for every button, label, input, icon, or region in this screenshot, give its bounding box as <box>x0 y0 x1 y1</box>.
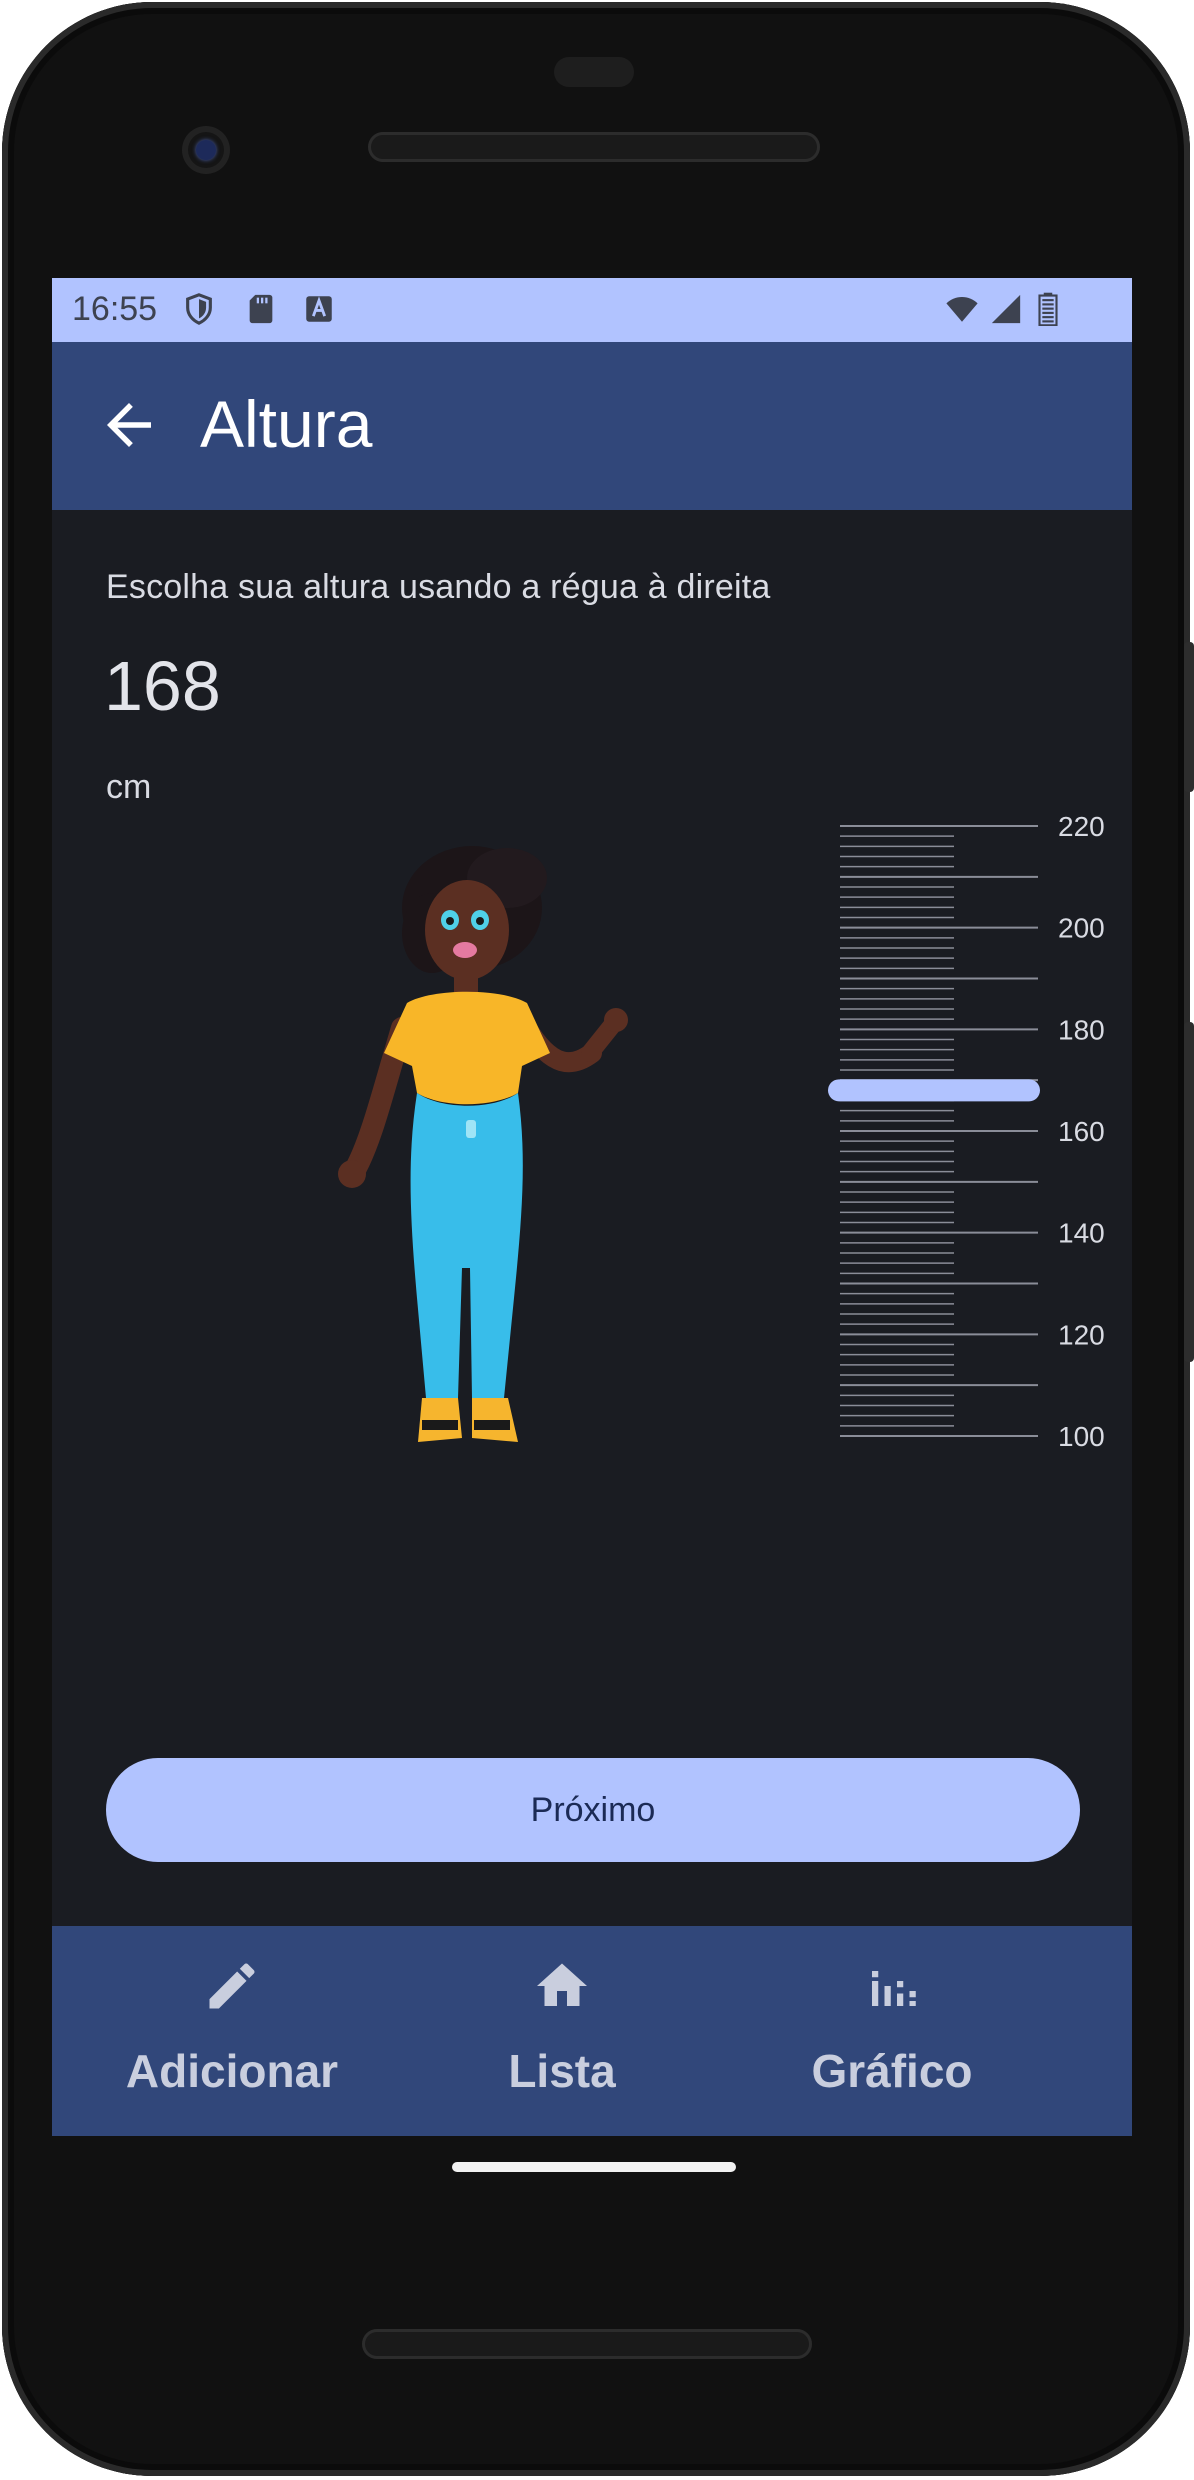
nav-item-adicionar[interactable]: Adicionar <box>52 1926 412 2136</box>
ruler-label: 140 <box>1058 1218 1105 1249</box>
nav-item-lista[interactable]: Lista <box>382 1926 742 2136</box>
top-speaker <box>368 132 820 162</box>
nav-item-grafico[interactable]: Gráfico <box>712 1926 1072 2136</box>
shield-icon <box>186 293 212 325</box>
height-value: 168 <box>104 647 221 725</box>
nav-label-grafico: Gráfico <box>811 2045 973 2097</box>
ruler-label: 180 <box>1058 1014 1105 1045</box>
wifi-icon <box>946 296 978 322</box>
power-button <box>1184 1022 1194 1362</box>
page-title: Altura <box>200 387 373 461</box>
height-unit: cm <box>106 768 152 806</box>
ruler-label: 100 <box>1058 1421 1105 1452</box>
nav-label-lista: Lista <box>508 2045 616 2097</box>
sensor <box>554 57 634 87</box>
home-indicator[interactable] <box>452 2162 736 2172</box>
battery-icon <box>1038 292 1058 326</box>
pencil-icon <box>209 1963 255 2009</box>
character-illustration <box>338 846 628 1442</box>
bottom-navigation: Adicionar Lista Gráfico <box>52 1926 1132 2136</box>
nav-label-adicionar: Adicionar <box>125 2045 339 2097</box>
top-app-bar: Altura <box>52 342 1132 510</box>
arrow-back-icon[interactable] <box>96 392 162 458</box>
ruler-label: 120 <box>1058 1319 1105 1350</box>
bar-chart-icon <box>872 1971 916 2006</box>
ruler-label: 160 <box>1058 1116 1105 1147</box>
front-camera <box>182 126 230 174</box>
bottom-speaker <box>362 2329 812 2359</box>
status-bar: 16:55 <box>52 278 1132 342</box>
ruler-selection-handle[interactable] <box>828 1079 1040 1102</box>
ruler-label: 220 <box>1058 816 1105 842</box>
ruler-label: 200 <box>1058 913 1105 944</box>
status-time: 16:55 <box>72 290 158 328</box>
volume-button <box>1184 642 1194 792</box>
instruction-text: Escolha sua altura usando a régua à dire… <box>106 568 771 606</box>
home-icon <box>537 1963 587 2006</box>
sd-card-icon <box>249 294 273 324</box>
app-screen: 16:55 Altura Escolha sua altura usando a… <box>52 278 1132 2136</box>
keyboard-a-icon <box>306 296 332 322</box>
next-button[interactable]: Próximo <box>106 1758 1080 1862</box>
cell-signal-icon <box>991 294 1021 324</box>
height-ruler[interactable]: 220 200 180 160 140 120 100 <box>732 816 1112 1476</box>
